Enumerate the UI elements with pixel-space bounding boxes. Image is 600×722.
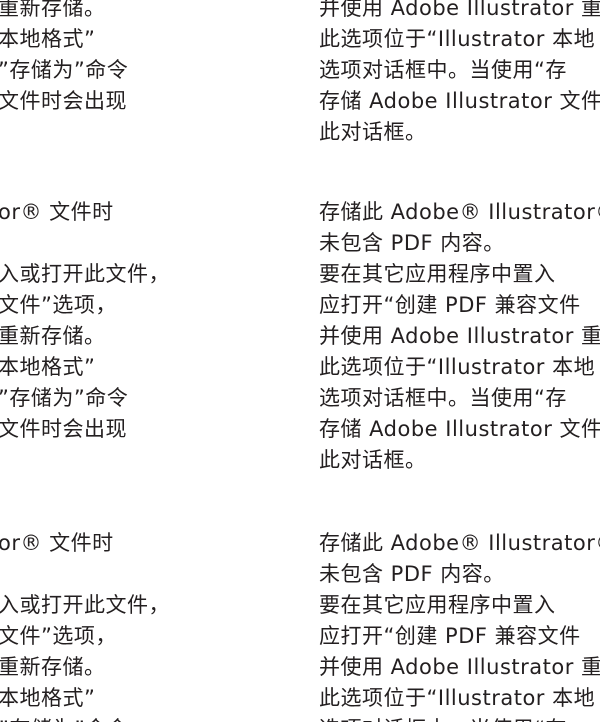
text-line: ”存储为”命令: [0, 714, 170, 722]
left-column: 重新存储。 本地格式” ”存储为”命令 文件时会出现 or® 文件时 入或打开此…: [0, 0, 300, 722]
text-line: 选项对话框中。当使用“存: [319, 386, 567, 410]
right-text-block-2: 存储此 Adobe® Illustrator® 未包含 PDF 内容。 要在其它…: [319, 197, 600, 476]
text-line: 重新存储。: [0, 324, 106, 348]
text-line: 入或打开此文件，: [0, 593, 170, 617]
text-line: 存储此 Adobe® Illustrator®: [319, 531, 600, 555]
right-column: 并使用 Adobe Illustrator 重 此选项位于“Illustrato…: [319, 0, 600, 722]
left-text-block-1: 重新存储。 本地格式” ”存储为”命令 文件时会出现: [0, 0, 130, 117]
text-line: 应打开“创建 PDF 兼容文件: [319, 293, 581, 317]
text-line: 入或打开此文件，: [0, 262, 170, 286]
text-line: or® 文件时: [0, 531, 114, 555]
text-line: 选项对话框中。当使用“存: [319, 714, 600, 722]
text-line: 要在其它应用程序中置入: [319, 262, 556, 286]
text-line: 文件时会出现: [0, 89, 127, 113]
text-line: 此对话框。: [319, 120, 427, 144]
text-line: 存储 Adobe Illustrator 文件: [319, 89, 600, 113]
text-line: 文件时会出现: [0, 417, 127, 441]
text-line: 重新存储。: [0, 0, 106, 20]
text-line: 此选项位于“Illustrator 本地: [319, 355, 596, 379]
text-line: 此选项位于“Illustrator 本地: [319, 686, 596, 710]
text-line: 本地格式”: [0, 27, 96, 51]
text-line: [0, 228, 170, 259]
text-line: or® 文件时: [0, 200, 114, 224]
text-line: 未包含 PDF 内容。: [319, 231, 505, 255]
text-line: 要在其它应用程序中置入: [319, 593, 556, 617]
text-line: 并使用 Adobe Illustrator 重: [319, 655, 600, 679]
text-line: 应打开“创建 PDF 兼容文件: [319, 624, 581, 648]
text-line: 并使用 Adobe Illustrator 重: [319, 0, 600, 20]
text-line: ”存储为”命令: [0, 58, 129, 82]
text-line: 文件”选项，: [0, 624, 117, 648]
right-text-block-3: 存储此 Adobe® Illustrator® 未包含 PDF 内容。 要在其它…: [319, 528, 600, 722]
text-line: 并使用 Adobe Illustrator 重: [319, 324, 600, 348]
text-line: 未包含 PDF 内容。: [319, 562, 505, 586]
text-line: 本地格式”: [0, 355, 96, 379]
text-line: 文件”选项，: [0, 293, 117, 317]
text-line: ”存储为”命令: [0, 386, 129, 410]
text-line: 存储此 Adobe® Illustrator®: [319, 200, 600, 224]
text-line: 此选项位于“Illustrator 本地: [319, 27, 596, 51]
text-line: 重新存储。: [0, 655, 106, 679]
left-text-block-2: or® 文件时 入或打开此文件， 文件”选项， 重新存储。 本地格式” ”存储为…: [0, 197, 172, 445]
text-line: 本地格式”: [0, 686, 96, 710]
text-line: 选项对话框中。当使用“存: [319, 58, 567, 82]
right-text-block-1: 并使用 Adobe Illustrator 重 此选项位于“Illustrato…: [319, 0, 600, 148]
text-line: [0, 559, 170, 590]
text-line: 存储 Adobe Illustrator 文件: [319, 417, 600, 441]
text-line: 此对话框。: [319, 448, 427, 472]
left-text-block-3: or® 文件时 入或打开此文件， 文件”选项， 重新存储。 本地格式” ”存储为…: [0, 528, 172, 722]
